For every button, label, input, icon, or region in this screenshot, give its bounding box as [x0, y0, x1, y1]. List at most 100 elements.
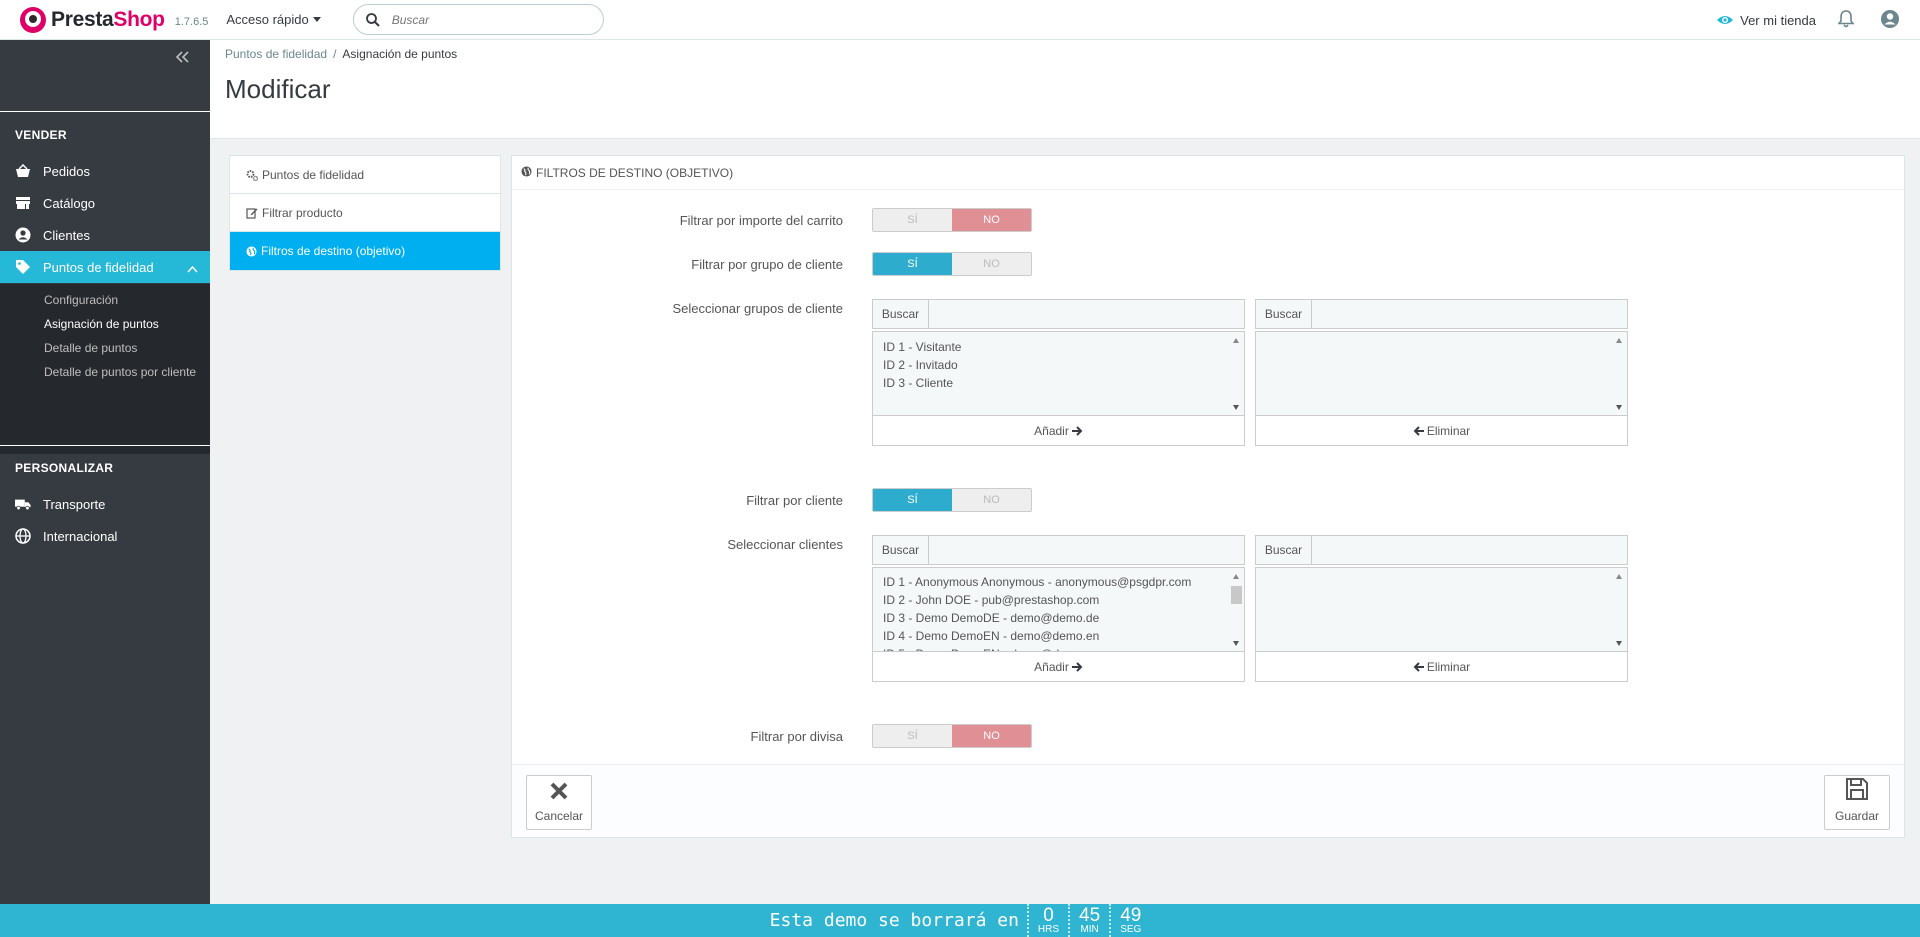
sidebar-item-loyalty-points[interactable]: Puntos de fidelidad	[0, 251, 210, 283]
tab-target-filters[interactable]: Filtros de destino (objetivo)	[230, 232, 500, 270]
page-title: Modificar	[225, 74, 331, 104]
switch-no-option[interactable]: NO	[952, 253, 1031, 275]
cogs-icon	[246, 169, 258, 181]
demo-countdown-bar: Esta demo se borrará en 0 HRS 45 MIN 49 …	[0, 904, 1920, 937]
scroll-up-icon[interactable]	[1233, 574, 1239, 579]
save-button[interactable]: Guardar	[1824, 775, 1890, 830]
globe-icon	[521, 165, 532, 180]
list-option[interactable]: ID 4 - Demo DemoEN - demo@demo.en	[883, 627, 1234, 645]
sidebar-item-shipping[interactable]: Transporte	[0, 488, 210, 520]
scroll-down-icon[interactable]	[1616, 641, 1622, 646]
sidebar-item-orders[interactable]: Pedidos	[0, 155, 210, 187]
scroll-up-icon[interactable]	[1233, 338, 1239, 343]
label-filter-cart-amount: Filtrar por importe del carrito	[679, 213, 843, 228]
submenu-item-configuration[interactable]: Configuración	[44, 294, 204, 307]
scroll-up-icon[interactable]	[1616, 574, 1622, 579]
search-input[interactable]	[391, 12, 572, 27]
listbox-scrollbar[interactable]	[1229, 333, 1243, 415]
switch-yes-option[interactable]: SÍ	[873, 489, 952, 511]
sidebar-item-label: Puntos de fidelidad	[43, 259, 154, 275]
switch-no-option[interactable]: NO	[952, 489, 1031, 511]
listbox-scrollbar[interactable]	[1612, 569, 1626, 651]
prestashop-logo-icon	[20, 6, 46, 33]
sidebar: VENDER Pedidos Catálogo Clientes Puntos …	[0, 40, 210, 904]
switch-yes-option[interactable]: SÍ	[873, 253, 952, 275]
submenu-item-points-assignment[interactable]: Asignación de puntos	[44, 318, 204, 331]
scroll-down-icon[interactable]	[1616, 405, 1622, 410]
customers-available-search-input[interactable]	[929, 536, 1244, 564]
customers-selected-list[interactable]	[1255, 567, 1628, 653]
search-icon	[365, 12, 380, 27]
listbox-scrollbar[interactable]	[1612, 333, 1626, 415]
switch-no-option[interactable]: NO	[952, 725, 1031, 747]
remove-groups-button[interactable]: Eliminar	[1255, 415, 1628, 446]
switch-filter-customer[interactable]: SÍ NO	[872, 488, 1032, 512]
tab-label: Filtros de destino (objetivo)	[261, 244, 406, 258]
panel-footer: Cancelar Guardar	[512, 764, 1904, 837]
groups-available-search[interactable]: Buscar	[872, 299, 1245, 329]
cancel-button-label: Cancelar	[534, 809, 584, 823]
add-groups-button[interactable]: Añadir	[872, 415, 1245, 446]
switch-yes-option[interactable]: SÍ	[873, 209, 952, 231]
submenu-item-points-detail[interactable]: Detalle de puntos	[44, 342, 204, 355]
view-shop-link[interactable]: Ver mi tienda	[1716, 13, 1816, 28]
eye-icon	[1717, 16, 1734, 24]
sidebar-item-international[interactable]: Internacional	[0, 520, 210, 552]
sidebar-item-customers[interactable]: Clientes	[0, 219, 210, 251]
cancel-button[interactable]: Cancelar	[526, 775, 592, 830]
sidebar-item-label: Transporte	[43, 496, 106, 512]
arrow-left-icon	[1413, 425, 1424, 436]
switch-filter-customer-group[interactable]: SÍ NO	[872, 252, 1032, 276]
tab-loyalty-points[interactable]: Puntos de fidelidad	[230, 156, 500, 194]
search-addon-label: Buscar	[1256, 536, 1312, 564]
scroll-down-icon[interactable]	[1233, 405, 1239, 410]
switch-filter-cart-amount[interactable]: SÍ NO	[872, 208, 1032, 232]
logo-text-presta: Presta	[51, 7, 114, 31]
countdown-timer: 0 HRS 45 MIN 49 SEG	[1026, 904, 1150, 937]
notifications-bell-icon[interactable]	[1837, 9, 1855, 31]
list-option[interactable]: ID 1 - Anonymous Anonymous - anonymous@p…	[883, 573, 1234, 591]
scroll-up-icon[interactable]	[1616, 338, 1622, 343]
breadcrumb-parent-link[interactable]: Puntos de fidelidad	[225, 47, 327, 61]
save-icon	[1845, 777, 1869, 804]
sidebar-item-label: Catálogo	[43, 195, 96, 211]
listbox-scrollbar[interactable]	[1229, 569, 1243, 651]
collapse-sidebar-icon[interactable]	[175, 50, 190, 68]
remove-customers-button[interactable]: Eliminar	[1255, 651, 1628, 682]
label-filter-customer: Filtrar por cliente	[746, 493, 843, 508]
list-option[interactable]: ID 3 - Cliente	[883, 374, 1234, 392]
switch-filter-currency[interactable]: SÍ NO	[872, 724, 1032, 748]
form-tabs: Puntos de fidelidad Filtrar producto Fil…	[229, 155, 501, 271]
groups-available-search-input[interactable]	[929, 300, 1244, 328]
submenu-item-points-by-customer[interactable]: Detalle de puntos por cliente	[44, 366, 204, 379]
customers-selected-search[interactable]: Buscar	[1255, 535, 1628, 565]
breadcrumb: Puntos de fidelidad / Asignación de puntos	[225, 47, 457, 61]
prestashop-logo[interactable]: PrestaShop	[20, 6, 165, 33]
switch-yes-option[interactable]: SÍ	[873, 725, 952, 747]
sidebar-item-catalog[interactable]: Catálogo	[0, 187, 210, 219]
groups-available-list[interactable]: ID 1 - Visitante ID 2 - Invitado ID 3 - …	[872, 331, 1245, 417]
list-option[interactable]: ID 1 - Visitante	[883, 338, 1234, 356]
groups-selected-list[interactable]	[1255, 331, 1628, 417]
sidebar-item-label: Pedidos	[43, 163, 90, 179]
scroll-thumb[interactable]	[1231, 586, 1242, 604]
edit-icon	[246, 207, 258, 219]
breadcrumb-separator: /	[333, 47, 337, 61]
customers-available-list[interactable]: ID 1 - Anonymous Anonymous - anonymous@p…	[872, 567, 1245, 653]
scroll-down-icon[interactable]	[1233, 641, 1239, 646]
add-customers-button[interactable]: Añadir	[872, 651, 1245, 682]
switch-no-option[interactable]: NO	[952, 209, 1031, 231]
tab-filter-product[interactable]: Filtrar producto	[230, 194, 500, 232]
quick-access-dropdown[interactable]: Acceso rápido	[226, 12, 321, 27]
user-account-icon[interactable]	[1880, 9, 1900, 32]
breadcrumb-current: Asignación de puntos	[342, 47, 458, 61]
list-option[interactable]: ID 3 - Demo DemoDE - demo@demo.de	[883, 609, 1234, 627]
groups-selected-search[interactable]: Buscar	[1255, 299, 1628, 329]
list-option[interactable]: ID 2 - Invitado	[883, 356, 1234, 374]
customers-selected-search-input[interactable]	[1312, 536, 1627, 564]
sidebar-item-label: Internacional	[43, 528, 118, 544]
search-bar[interactable]	[352, 4, 604, 35]
list-option[interactable]: ID 2 - John DOE - pub@prestashop.com	[883, 591, 1234, 609]
groups-selected-search-input[interactable]	[1312, 300, 1627, 328]
customers-available-search[interactable]: Buscar	[872, 535, 1245, 565]
